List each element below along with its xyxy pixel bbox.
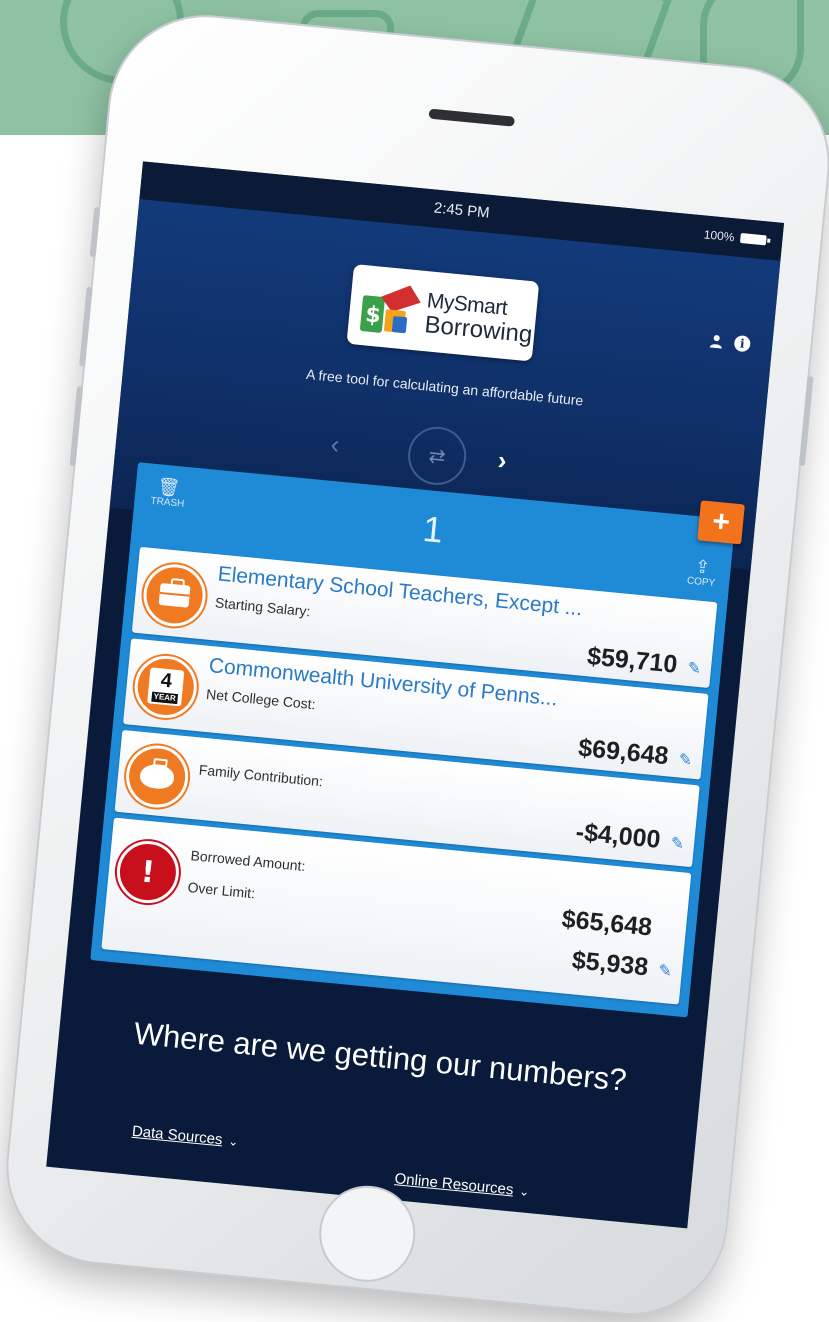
four-year-college-icon: 4 YEAR [131,653,200,721]
chevron-down-icon: ⌄ [518,1184,530,1200]
online-resources-label: Online Resources [393,1170,515,1199]
battery-icon [739,232,767,246]
app-logo[interactable]: $ MySmart Borrowing [346,264,540,362]
add-scenario-button[interactable]: + [697,500,745,545]
header-actions: i [708,332,752,353]
data-sources-link[interactable]: Data Sources ⌄ [131,1123,239,1150]
edit-salary-pencil-icon[interactable]: ✎ [687,658,702,679]
compare-toggle-button[interactable]: ⇄ [405,424,469,488]
over-limit-value: $5,938 [570,946,650,982]
battery-percent: 100% [703,227,736,245]
over-limit-label: Over Limit: [186,878,256,902]
net-college-cost-value: $69,648 [577,733,670,771]
college-badge-number: 4 [159,669,173,693]
numbers-question-heading: Where are we getting our numbers? [132,1015,629,1098]
college-badge-text: YEAR [151,691,179,705]
app-screen: 2:45 PM 100% $ MySmart Borrowing i A fre… [46,161,785,1229]
copy-button[interactable]: ⇪ COPY [686,556,717,590]
edit-contribution-pencil-icon[interactable]: ✎ [670,833,685,854]
phone-volume-up [79,286,93,367]
starting-salary-value: $59,710 [585,642,679,679]
prev-scenario-chevron-icon[interactable]: ‹ [329,429,341,461]
edit-college-pencil-icon[interactable]: ✎ [678,749,693,770]
phone-power-button [798,376,814,467]
chevron-down-icon: ⌄ [227,1134,240,1149]
copy-label: COPY [686,575,716,590]
info-icon[interactable]: i [733,334,752,353]
briefcase-icon [140,561,209,630]
online-resources-link[interactable]: Online Resources ⌄ [394,1170,530,1200]
svg-text:$: $ [364,302,382,328]
family-contribution-value: -$4,000 [574,817,662,854]
phone-volume-down [69,386,84,467]
next-scenario-chevron-icon[interactable]: › [497,445,509,477]
piggy-bank-icon [123,742,191,811]
scenario-panel: 🗑 TRASH 1 + ⇪ COPY Elementary School Tea… [90,462,745,1018]
borrowed-amount-label: Borrowed Amount: [189,847,307,875]
starting-salary-label: Starting Salary: [214,594,312,620]
borrowed-amount-value: $65,648 [560,905,654,942]
net-college-cost-label: Net College Cost: [205,685,317,713]
user-icon[interactable] [708,332,725,349]
data-sources-label: Data Sources [131,1122,224,1149]
logo-mark-icon: $ [360,285,421,334]
alert-icon: ! [114,838,182,906]
logo-text-borrowing: Borrowing [423,311,534,349]
phone-mute-switch [89,206,101,258]
phone-frame: 2:45 PM 100% $ MySmart Borrowing i A fre… [0,8,829,1322]
family-contribution-label: Family Contribution: [198,761,324,790]
phone-speaker [428,108,515,127]
share-copy-icon: ⇪ [694,556,712,578]
edit-borrowed-pencil-icon[interactable]: ✎ [657,960,673,981]
swap-arrows-icon: ⇄ [427,444,447,469]
